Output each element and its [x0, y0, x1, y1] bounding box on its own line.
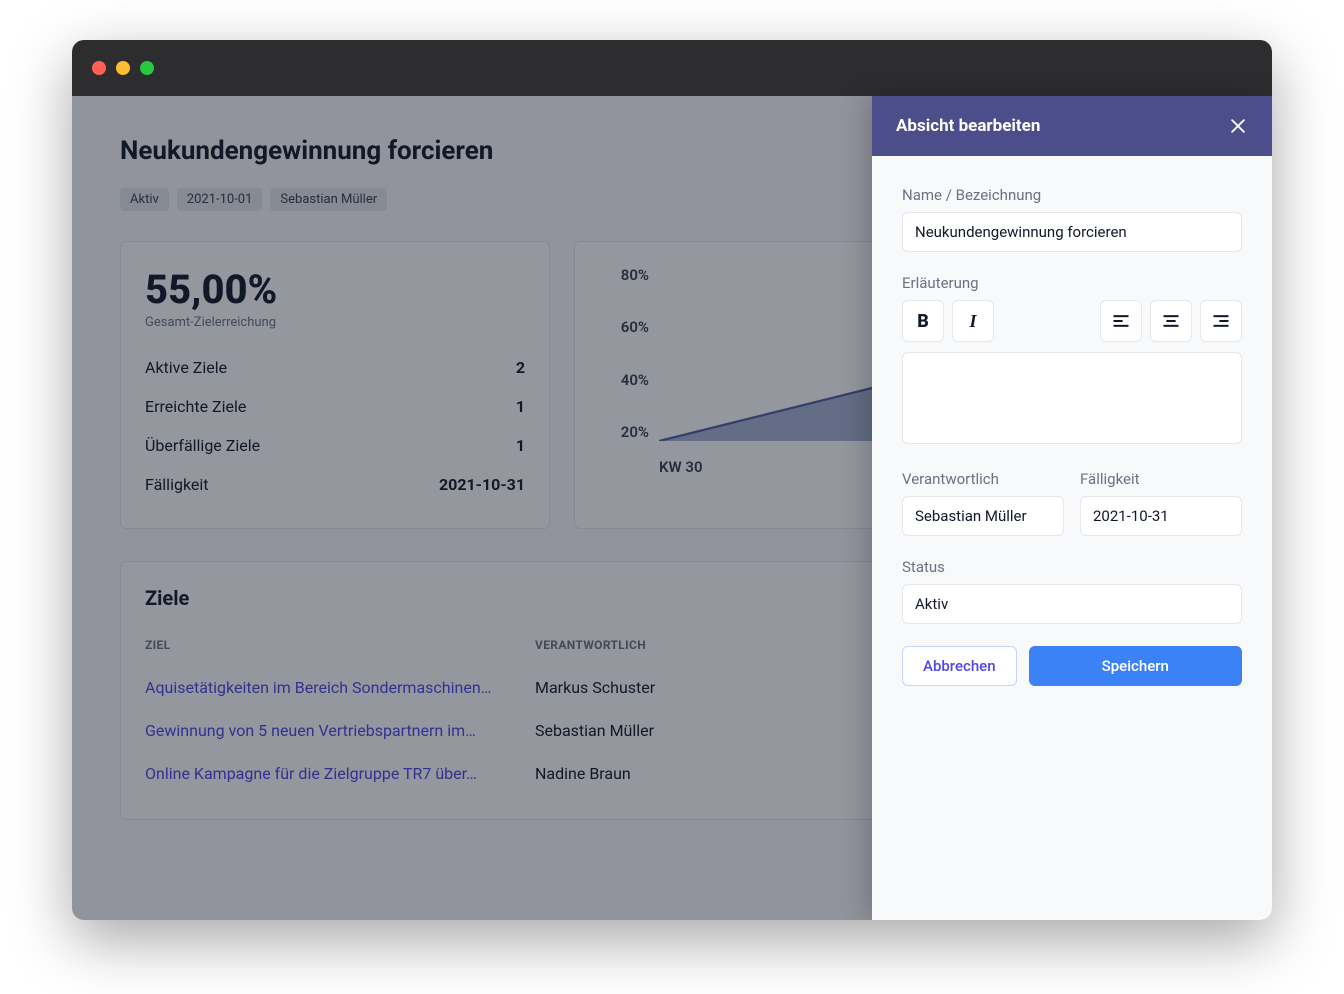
faelligkeit-label: Fälligkeit	[1080, 470, 1242, 488]
drawer-footer: Abbrechen Speichern	[902, 646, 1242, 686]
align-left-button[interactable]	[1100, 300, 1142, 342]
name-input[interactable]	[902, 212, 1242, 252]
faelligkeit-input[interactable]	[1080, 496, 1242, 536]
drawer-title: Absicht bearbeiten	[896, 116, 1040, 136]
bold-button[interactable]: B	[902, 300, 944, 342]
erl-textarea[interactable]	[902, 352, 1242, 444]
window-minimize-dot[interactable]	[116, 61, 130, 75]
window-close-dot[interactable]	[92, 61, 106, 75]
close-icon[interactable]	[1228, 116, 1248, 136]
verantwortlich-input[interactable]	[902, 496, 1064, 536]
erl-label: Erläuterung	[902, 274, 1242, 292]
field-status: Status	[902, 558, 1242, 624]
italic-button[interactable]: I	[952, 300, 994, 342]
save-button[interactable]: Speichern	[1029, 646, 1242, 686]
field-verantwortlich: Verantwortlich	[902, 470, 1064, 536]
field-faelligkeit: Fälligkeit	[1080, 470, 1242, 536]
cancel-button[interactable]: Abbrechen	[902, 646, 1017, 686]
drawer-header: Absicht bearbeiten	[872, 96, 1272, 156]
edit-drawer: Absicht bearbeiten Name / Bezeichnung Er…	[872, 96, 1272, 920]
verantwortlich-label: Verantwortlich	[902, 470, 1064, 488]
window-maximize-dot[interactable]	[140, 61, 154, 75]
align-center-button[interactable]	[1150, 300, 1192, 342]
align-right-button[interactable]	[1200, 300, 1242, 342]
status-label: Status	[902, 558, 1242, 576]
field-erlaeuterung: Erläuterung B I	[902, 274, 1242, 448]
editor-toolbar: B I	[902, 300, 1242, 342]
status-input[interactable]	[902, 584, 1242, 624]
titlebar	[72, 40, 1272, 96]
name-label: Name / Bezeichnung	[902, 186, 1242, 204]
field-name: Name / Bezeichnung	[902, 186, 1242, 252]
